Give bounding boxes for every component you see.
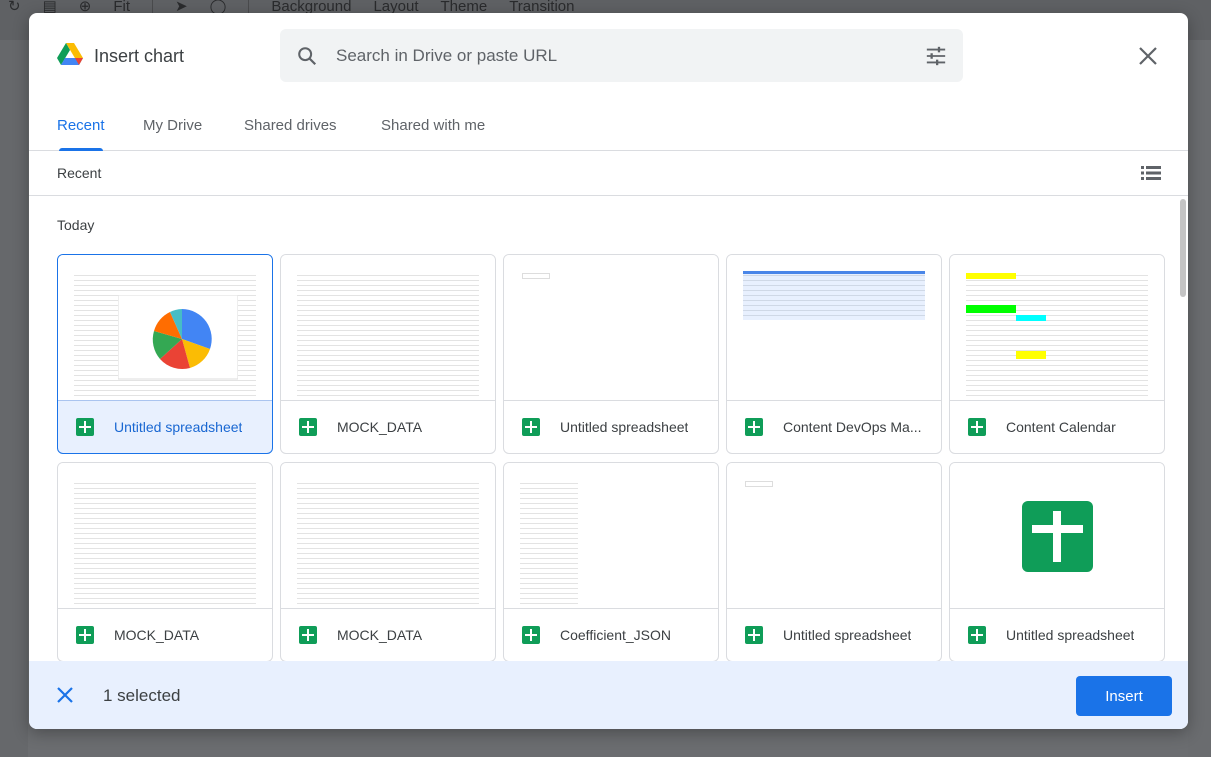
- file-name: MOCK_DATA: [337, 419, 423, 435]
- dialog-header: Insert chart: [29, 13, 1188, 103]
- background-sidebar: [0, 40, 28, 757]
- search-box[interactable]: [280, 29, 963, 82]
- thumbnail-sheet: [74, 479, 256, 608]
- search-input[interactable]: [336, 29, 896, 82]
- view-label: Recent: [57, 165, 102, 181]
- sheets-file-icon: [76, 418, 94, 436]
- file-card[interactable]: Untitled spreadsheet: [57, 254, 273, 454]
- sheets-file-icon: [299, 626, 317, 644]
- sheets-file-icon: [968, 418, 986, 436]
- toolbar-transition: Transition: [509, 0, 575, 15]
- file-card[interactable]: Coefficient_JSON: [503, 462, 719, 661]
- redo-icon: ↻: [8, 0, 21, 15]
- file-thumbnail: [281, 255, 495, 401]
- file-name: Content DevOps Ma...: [783, 419, 922, 435]
- file-card[interactable]: Untitled spreadsheet: [949, 462, 1165, 661]
- insert-button[interactable]: Insert: [1076, 676, 1172, 716]
- sheets-file-icon: [745, 626, 763, 644]
- file-thumbnail: [504, 463, 718, 609]
- select-icon: ➤: [175, 0, 188, 15]
- file-thumbnail: [950, 255, 1164, 401]
- file-name: Untitled spreadsheet: [783, 627, 912, 643]
- file-name: MOCK_DATA: [114, 627, 200, 643]
- file-card[interactable]: Untitled spreadsheet: [503, 254, 719, 454]
- tab-shared-with-me[interactable]: Shared with me: [381, 117, 485, 151]
- selected-count: 1 selected: [103, 686, 181, 705]
- sheets-file-icon: [745, 418, 763, 436]
- file-card[interactable]: Content DevOps Ma...: [726, 254, 942, 454]
- shape-icon: ◯: [209, 0, 227, 15]
- clear-selection-icon[interactable]: [55, 685, 75, 705]
- thumbnail-sheet: [966, 271, 1148, 400]
- sheets-file-icon: [76, 626, 94, 644]
- thumbnail-sheet: [297, 271, 479, 400]
- file-thumbnail: [281, 463, 495, 609]
- view-bar: Recent: [29, 151, 1188, 196]
- file-thumbnail: [58, 255, 272, 401]
- tab-bar: Recent My Drive Shared drives Shared wit…: [29, 103, 1188, 151]
- drive-logo-icon: [57, 43, 83, 65]
- insert-chart-dialog: Insert chart Recent My Drive Shared driv…: [29, 13, 1188, 729]
- file-name: Coefficient_JSON: [560, 627, 672, 643]
- file-thumbnail: [504, 255, 718, 401]
- selection-footer: 1 selected Insert: [29, 661, 1188, 729]
- file-name: MOCK_DATA: [337, 627, 423, 643]
- list-view-icon[interactable]: [1141, 163, 1161, 183]
- search-icon: [298, 47, 317, 66]
- file-name: Untitled spreadsheet: [560, 419, 689, 435]
- toolbar-layout: Layout: [373, 0, 419, 15]
- file-list: Today Untitled spreadsheet MOCK_DATA Untit…: [29, 197, 1188, 661]
- thumbnail-sheet: [522, 273, 550, 279]
- tab-my-drive[interactable]: My Drive: [143, 117, 202, 151]
- file-thumbnail: [58, 463, 272, 609]
- file-name: Content Calendar: [1006, 419, 1116, 435]
- toolbar-background: Background: [271, 0, 352, 15]
- thumbnail-sheet: [297, 479, 479, 608]
- thumbnail-sheet: [520, 479, 578, 608]
- file-card[interactable]: Untitled spreadsheet: [726, 462, 942, 661]
- file-card[interactable]: MOCK_DATA: [280, 254, 496, 454]
- file-name: Untitled spreadsheet: [1006, 627, 1135, 643]
- zoom-icon: ⊕: [78, 0, 92, 15]
- sheets-icon: [1022, 501, 1093, 572]
- toolbar-theme: Theme: [440, 0, 488, 15]
- file-name: Untitled spreadsheet: [114, 419, 243, 435]
- tab-recent[interactable]: Recent: [57, 117, 105, 151]
- pie-chart-thumbnail: [118, 295, 238, 380]
- file-thumbnail: [727, 255, 941, 401]
- file-card[interactable]: MOCK_DATA: [280, 462, 496, 661]
- filter-options-icon[interactable]: [925, 45, 947, 67]
- thumbnail-sheet: [745, 481, 773, 487]
- file-grid: Untitled spreadsheet MOCK_DATA Untitled sp…: [57, 254, 1165, 661]
- thumbnail-sheet: [743, 271, 925, 320]
- file-thumbnail: [950, 463, 1164, 609]
- tab-shared-drives[interactable]: Shared drives: [244, 117, 337, 151]
- sheets-file-icon: [522, 626, 540, 644]
- sheets-file-icon: [299, 418, 317, 436]
- print-icon: ▤: [42, 0, 57, 15]
- file-card[interactable]: MOCK_DATA: [57, 462, 273, 661]
- section-heading: Today: [57, 217, 95, 233]
- zoom-select: Fit: [113, 0, 131, 15]
- dialog-title: Insert chart: [94, 46, 185, 66]
- scrollbar[interactable]: [1180, 199, 1186, 297]
- background-panel: [1188, 40, 1211, 757]
- close-icon[interactable]: [1137, 45, 1159, 67]
- sheets-file-icon: [968, 626, 986, 644]
- sheets-file-icon: [522, 418, 540, 436]
- file-card[interactable]: Content Calendar: [949, 254, 1165, 454]
- file-thumbnail: [727, 463, 941, 609]
